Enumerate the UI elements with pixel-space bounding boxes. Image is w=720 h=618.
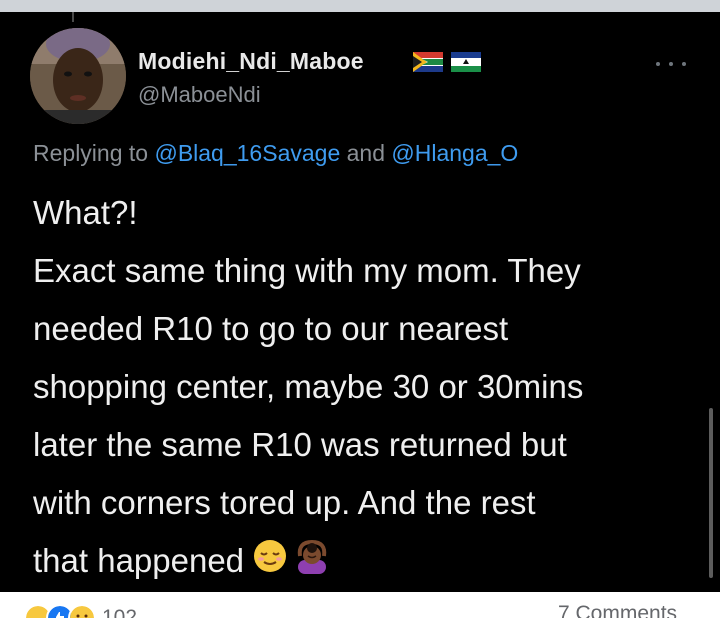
reply-mention-2[interactable]: @Hlanga_O [391, 140, 518, 166]
lesotho-flag-icon [451, 52, 481, 72]
top-strip [0, 0, 720, 12]
avatar[interactable] [30, 28, 126, 124]
tweet-line: What?! [33, 194, 138, 231]
facebook-shared-image: Modiehi_Ndi_Maboe @MaboeNdi Replying to … [0, 0, 720, 618]
tweet-screenshot: Modiehi_Ndi_Maboe @MaboeNdi Replying to … [0, 12, 720, 592]
flags [413, 52, 481, 72]
post-footer: 102 7 Comments [0, 592, 720, 618]
user-handle[interactable]: @MaboeNdi [138, 82, 261, 108]
reply-joiner: and [346, 140, 385, 166]
relieved-face-icon [254, 540, 287, 573]
scrollbar[interactable] [709, 408, 713, 578]
reply-mention-1[interactable]: @Blaq_16Savage [154, 140, 340, 166]
south-africa-flag-icon [413, 52, 443, 72]
reactions[interactable]: 102 [24, 604, 137, 618]
tweet-line: that happened [33, 542, 245, 579]
thread-line [72, 12, 74, 22]
person-gesturing-ok-icon [297, 540, 327, 575]
care-reaction-icon [68, 604, 96, 618]
replying-prefix: Replying to [33, 140, 149, 166]
reaction-count[interactable]: 102 [102, 606, 137, 618]
tweet-line: shopping center, maybe 30 or 30mins [33, 368, 584, 405]
dot [682, 62, 686, 66]
emoji-group [252, 534, 330, 592]
dot [669, 62, 673, 66]
tweet-line: with corners tored up. And the rest [33, 484, 536, 521]
tweet-line: later the same R10 was returned but [33, 426, 567, 463]
replying-to-line: Replying to @Blaq_16Savage and @Hlanga_O [33, 140, 518, 167]
tweet-line: Exact same thing with my mom. They [33, 252, 581, 289]
comments-count[interactable]: 7 Comments [558, 602, 677, 618]
more-options-icon[interactable] [656, 60, 686, 68]
avatar-image [30, 28, 126, 124]
tweet-line: needed R10 to go to our nearest [33, 310, 509, 347]
tweet-last-line: that happened [33, 532, 693, 592]
tweet-body: What?! Exact same thing with my mom. The… [33, 184, 693, 592]
display-name[interactable]: Modiehi_Ndi_Maboe [138, 48, 364, 75]
dot [656, 62, 660, 66]
